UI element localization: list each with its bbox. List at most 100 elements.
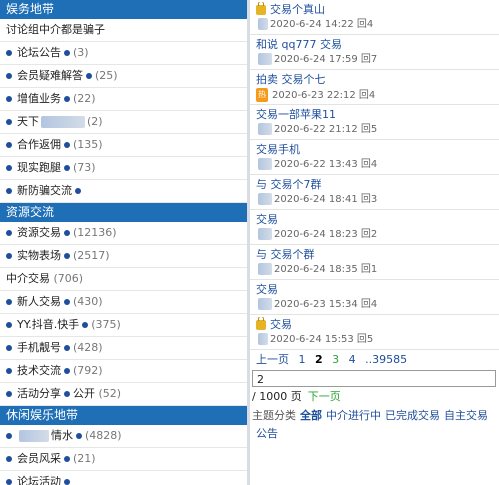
thread-item[interactable]: 与 交易个群 2020-6-24 18:35 回1 bbox=[250, 245, 499, 280]
redacted-text bbox=[19, 430, 49, 442]
thread-item[interactable]: 交易 2020-6-23 15:34 回4 bbox=[250, 280, 499, 315]
category-row[interactable]: 讨论组中介都是骗子 bbox=[0, 19, 247, 42]
lock-icon bbox=[256, 317, 266, 330]
bullet-icon bbox=[64, 391, 70, 397]
filter-option[interactable]: 公告 bbox=[256, 427, 278, 440]
thread-item[interactable]: 拍卖 交易个七热 2020-6-23 22:12 回4 bbox=[250, 70, 499, 105]
category-count: (25) bbox=[95, 69, 118, 82]
bullet-icon bbox=[6, 391, 12, 397]
filter-option[interactable]: 中介进行中 bbox=[326, 409, 381, 422]
bullet-icon bbox=[82, 322, 89, 328]
thread-meta: 2020-6-24 18:23 回2 bbox=[274, 229, 378, 240]
section-header-1: 娱务地带 bbox=[0, 0, 247, 19]
bullet-icon bbox=[86, 73, 92, 79]
category-row[interactable]: 技术交流 (792) bbox=[0, 360, 247, 383]
bullet-icon bbox=[6, 253, 12, 259]
bullet-icon bbox=[64, 253, 70, 259]
thread-item[interactable]: 和说 qq777 交易 2020-6-24 17:59 回7 bbox=[250, 35, 499, 70]
category-row[interactable]: 新防骗交流 bbox=[0, 180, 247, 203]
thread-item[interactable]: 与 交易个7群 2020-6-24 18:41 回3 bbox=[250, 175, 499, 210]
bullet-icon bbox=[6, 96, 12, 102]
category-row[interactable]: 天下 (2) bbox=[0, 111, 247, 134]
bullet-icon bbox=[6, 299, 12, 305]
thread-item[interactable]: 交易 2020-6-24 18:23 回2 bbox=[250, 210, 499, 245]
page-link-more[interactable]: ..39585 bbox=[365, 353, 407, 366]
category-label: 活动分享 bbox=[17, 387, 61, 400]
bullet-icon bbox=[64, 456, 70, 462]
screen: 娱务地带 讨论组中介都是骗子 论坛公告 (3) 会员疑难解答 (25) 增值业务 (2… bbox=[0, 0, 499, 485]
bullet-icon bbox=[64, 368, 70, 374]
category-count: (4828) bbox=[85, 429, 122, 442]
category-label: 合作返佣 bbox=[17, 138, 61, 151]
category-label: 讨论组中介都是骗子 bbox=[6, 23, 105, 36]
category-row[interactable]: 合作返佣 (135) bbox=[0, 134, 247, 157]
category-row[interactable]: 论坛活动 bbox=[0, 471, 247, 485]
category-row[interactable]: 资源交易 (12136) bbox=[0, 222, 247, 245]
next-page-link[interactable]: 下一页 bbox=[308, 390, 341, 403]
thread-title: 交易手机 bbox=[256, 143, 300, 156]
bullet-icon bbox=[6, 119, 12, 125]
category-row[interactable]: YY.抖音.快手 (375) bbox=[0, 314, 247, 337]
category-label: 情水 bbox=[51, 429, 73, 442]
category-count: (375) bbox=[91, 318, 121, 331]
filter-label: 主题分类 bbox=[252, 409, 296, 422]
category-row[interactable]: 现实跑腿 (73) bbox=[0, 157, 247, 180]
category-label: 资源交易 bbox=[17, 226, 61, 239]
category-label: 新防骗交流 bbox=[17, 184, 72, 197]
filter-all[interactable]: 全部 bbox=[300, 409, 322, 422]
thread-title: 拍卖 交易个七 bbox=[256, 73, 326, 86]
category-row[interactable]: 会员疑难解答 (25) bbox=[0, 65, 247, 88]
pagination: 上一页 1 2 3 4 ..39585 bbox=[250, 350, 499, 370]
thread-item[interactable]: 交易 2020-6-24 15:53 回5 bbox=[250, 315, 499, 350]
bullet-icon bbox=[64, 50, 70, 56]
thread-title: 与 交易个群 bbox=[256, 248, 315, 261]
category-row[interactable]: 增值业务 (22) bbox=[0, 88, 247, 111]
category-label: 论坛公告 bbox=[17, 46, 61, 59]
category-row[interactable]: 中介交易 (706) bbox=[0, 268, 247, 291]
bullet-icon bbox=[75, 188, 81, 194]
thread-meta: 2020-6-24 15:53 回5 bbox=[270, 334, 374, 345]
redacted-text bbox=[258, 228, 272, 240]
filter-option[interactable]: 已完成交易 bbox=[385, 409, 440, 422]
category-label: 手机靓号 bbox=[17, 341, 61, 354]
category-count: (3) bbox=[73, 46, 89, 59]
thread-item[interactable]: 交易个真山 2020-6-24 14:22 回4 bbox=[250, 0, 499, 35]
category-row[interactable]: 实物表场 (2517) bbox=[0, 245, 247, 268]
filter-option[interactable]: 自主交易 bbox=[444, 409, 488, 422]
thread-meta: 2020-6-24 14:22 回4 bbox=[270, 19, 374, 30]
thread-item[interactable]: 交易手机 2020-6-22 13:43 回4 bbox=[250, 140, 499, 175]
prev-page-link[interactable]: 上一页 bbox=[256, 353, 289, 366]
bullet-icon bbox=[6, 50, 12, 56]
redacted-text bbox=[258, 123, 272, 135]
page-link-1[interactable]: 1 bbox=[299, 353, 306, 366]
thread-title: 交易 bbox=[270, 318, 292, 331]
thread-title: 交易 bbox=[256, 213, 278, 226]
category-count: (792) bbox=[73, 364, 103, 377]
category-label: 天下 bbox=[17, 115, 39, 128]
category-row[interactable]: 会员风采 (21) bbox=[0, 448, 247, 471]
category-row[interactable]: 论坛公告 (3) bbox=[0, 42, 247, 65]
bullet-icon bbox=[64, 142, 70, 148]
bullet-icon bbox=[64, 96, 70, 102]
category-row[interactable]: 新人交易 (430) bbox=[0, 291, 247, 314]
thread-meta: 2020-6-23 15:34 回4 bbox=[274, 299, 378, 310]
category-label: 论坛活动 bbox=[17, 475, 61, 485]
category-count: (22) bbox=[73, 92, 96, 105]
category-row[interactable]: 手机靓号 (428) bbox=[0, 337, 247, 360]
category-count: (73) bbox=[73, 161, 96, 174]
page-goto-input[interactable]: 2 bbox=[252, 370, 496, 387]
thread-item[interactable]: 交易一部苹果11 2020-6-22 21:12 回5 bbox=[250, 105, 499, 140]
thread-meta: 2020-6-22 13:43 回4 bbox=[274, 159, 378, 170]
redacted-text bbox=[258, 263, 272, 275]
thread-title: 交易 bbox=[256, 283, 278, 296]
page-link-3[interactable]: 3 bbox=[332, 353, 339, 366]
page-current-2: 2 bbox=[315, 353, 323, 366]
category-row[interactable]: 情水 (4828) bbox=[0, 425, 247, 448]
page-link-4[interactable]: 4 bbox=[349, 353, 356, 366]
category-row[interactable]: 活动分享 公开 (52) bbox=[0, 383, 247, 406]
redacted-text bbox=[258, 18, 268, 30]
bullet-icon bbox=[64, 479, 70, 485]
bullet-icon bbox=[6, 165, 12, 171]
thread-meta: 2020-6-23 22:12 回4 bbox=[272, 90, 376, 101]
category-label: YY.抖音.快手 bbox=[17, 318, 80, 331]
